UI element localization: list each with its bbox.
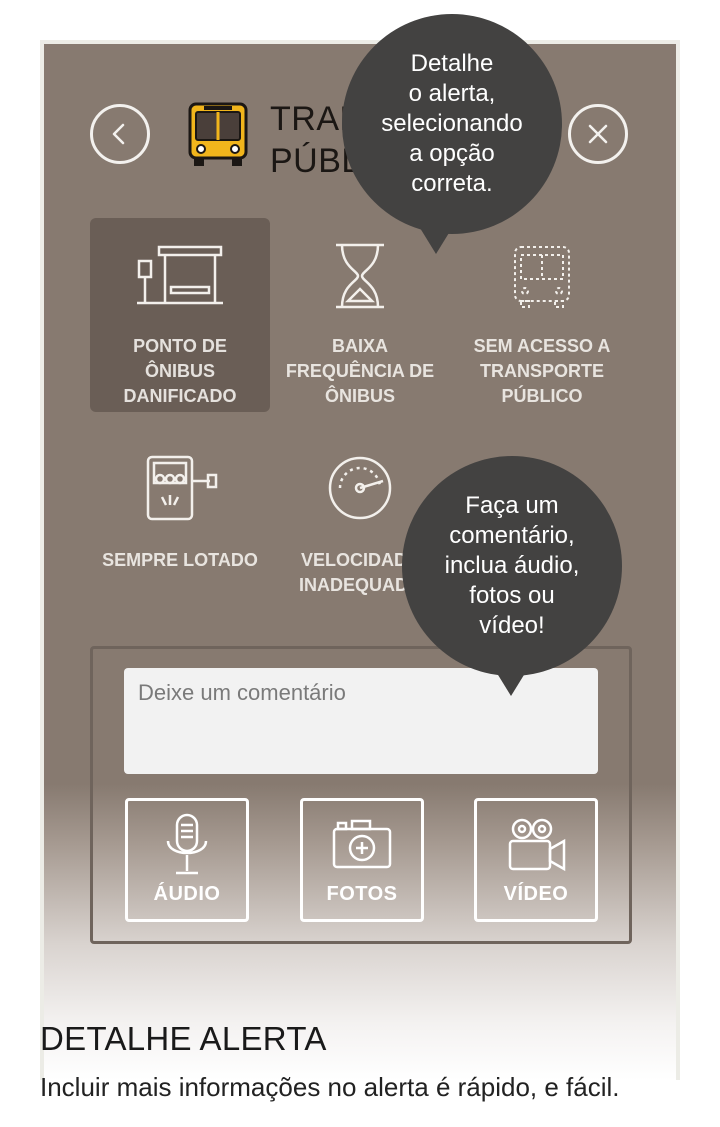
audio-label: ÁUDIO [153,883,221,905]
tooltip-line: Detalhe [410,50,494,77]
option-label-line: PÚBLICO [501,386,583,406]
video-label: VÍDEO [503,883,569,905]
option-sempre-lotado[interactable]: SEMPRE LOTADO [90,430,270,624]
option-label-line: FREQUÊNCIA DE [285,361,435,381]
photos-label: FOTOS [326,883,398,905]
tooltip-bubble-comment: Faça um comentário, inclua áudio, fotos … [402,456,622,676]
tooltip-tail [420,228,452,254]
option-label: SEMPRE LOTADO [102,548,258,573]
close-button[interactable] [568,104,628,164]
chevron-left-icon [112,123,125,145]
close-icon [588,124,608,144]
option-label-line: BAIXA [331,336,388,356]
video-camera-icon [501,815,571,875]
hourglass-icon [315,238,405,314]
speedometer-icon [315,450,405,526]
tooltip-bubble-options: Detalhe o alerta, selecionando a opção c… [342,14,562,234]
tooltip-line: comentário, [449,522,575,549]
option-label: BAIXA FREQUÊNCIA DE ÔNIBUS [286,334,434,409]
caption-title: DETALHE ALERTA [40,1020,327,1057]
tooltip-line: Faça um [465,492,559,519]
tooltip-line: vídeo! [479,612,545,639]
bus-stop-icon [135,238,225,314]
camera-icon [327,815,397,875]
caption-text: Incluir mais informações no alerta é ráp… [40,1072,620,1102]
option-label-line: SEM ACESSO A [473,336,611,356]
option-label: SEM ACESSO A TRANSPORTE PÚBLICO [474,334,611,409]
bus-icon [186,102,250,168]
audio-button[interactable]: ÁUDIO [125,798,249,922]
tooltip-line: correta. [411,170,493,197]
tooltip-line: fotos ou [469,582,555,609]
microphone-icon [152,813,222,875]
crowded-bus-icon [135,450,225,526]
option-label-line: ÔNIBUS [144,361,215,381]
tooltip-line: o alerta, [408,80,496,107]
bus-outline-icon [497,238,587,314]
back-button[interactable] [90,104,150,164]
option-label-line: ÔNIBUS [324,386,395,406]
tooltip-line: a opção [409,140,495,167]
video-button[interactable]: VÍDEO [474,798,598,922]
option-sem-acesso-a-transporte-publico[interactable]: SEM ACESSO A TRANSPORTE PÚBLICO [452,218,632,412]
tooltip-line: selecionando [381,110,523,137]
photos-button[interactable]: FOTOS [300,798,424,922]
option-label-line: DANIFICADO [123,386,237,406]
option-ponto-de-onibus-danificado[interactable]: PONTO DE ÔNIBUS DANIFICADO [90,218,270,412]
option-label-line: SEMPRE LOTADO [102,550,258,570]
tooltip-line: inclua áudio, [444,552,580,579]
option-label-line: PONTO DE [133,336,227,356]
option-label: PONTO DE ÔNIBUS DANIFICADO [124,334,237,409]
option-label-line: TRANSPORTE [479,361,604,381]
tooltip-tail [495,670,527,696]
